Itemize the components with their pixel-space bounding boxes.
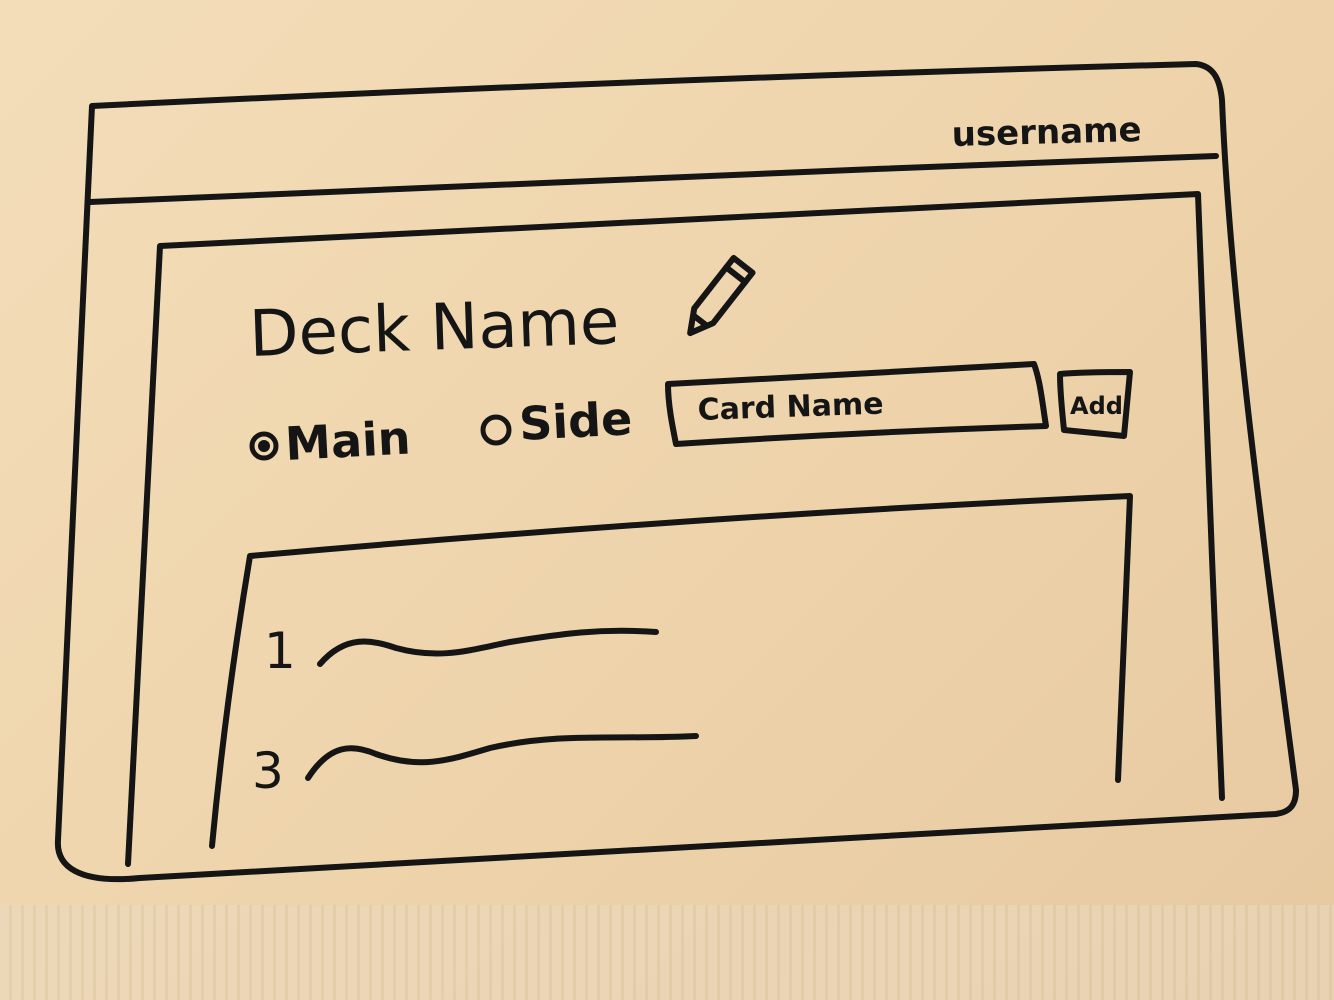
radio-side-label: Side (518, 391, 634, 451)
card-list-item[interactable]: 3 (252, 733, 699, 800)
wireframe-sketch: username Deck Name Main Side Card Name A… (54, 61, 1299, 883)
username-label[interactable]: username (951, 110, 1142, 155)
radio-side[interactable]: Side (480, 391, 634, 451)
radio-main-label: Main (284, 410, 412, 470)
add-button-label: Add (1070, 392, 1123, 420)
card-list-panel (209, 493, 1133, 849)
radio-selected-dot (258, 440, 270, 452)
pencil-icon[interactable] (681, 254, 756, 341)
deck-name-title[interactable]: Deck Name (248, 285, 620, 372)
top-header-bar: username (87, 110, 1219, 205)
add-card-button[interactable]: Add (1057, 369, 1133, 439)
card-name-placeholder: Card Name (697, 387, 884, 428)
app-window (54, 61, 1299, 883)
radio-main[interactable]: Main (249, 410, 412, 471)
deck-editor-panel (125, 191, 1225, 867)
card-name-placeholder-line (305, 733, 699, 781)
card-quantity: 3 (252, 742, 284, 800)
card-name-placeholder-line (317, 627, 659, 667)
card-list-item[interactable]: 1 (264, 622, 659, 680)
card-quantity: 1 (264, 622, 296, 680)
card-name-input[interactable]: Card Name (665, 361, 1049, 447)
